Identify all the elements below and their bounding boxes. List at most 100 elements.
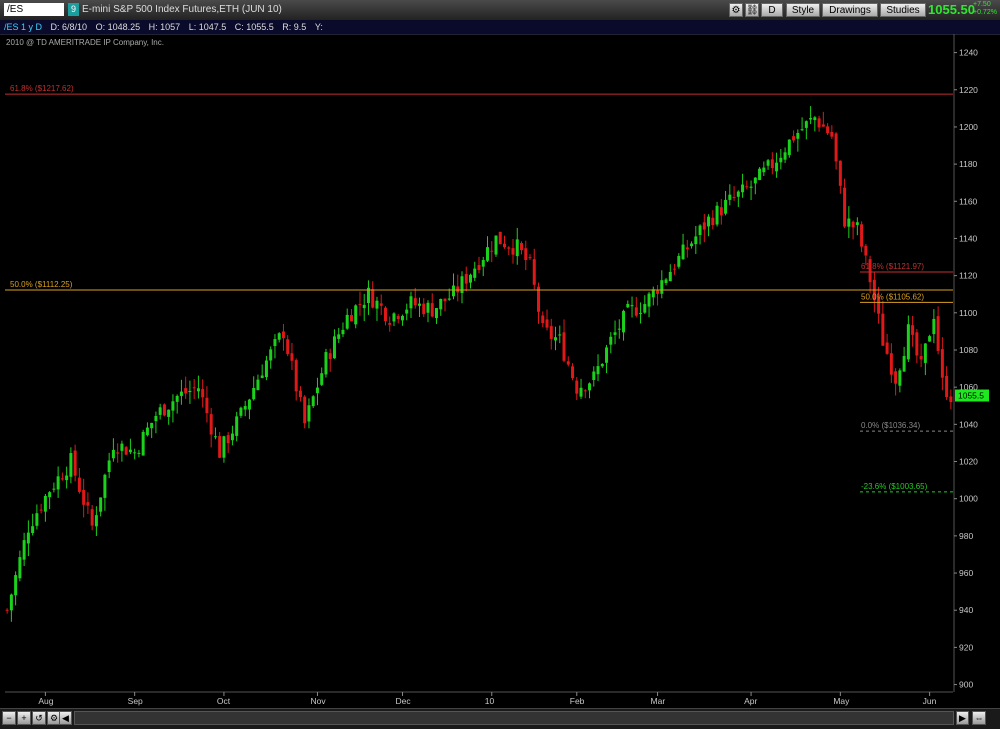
candle-body (184, 388, 188, 394)
candle-body (928, 336, 932, 342)
fit-icon[interactable]: ⇔ (972, 711, 986, 725)
candle-body (847, 218, 851, 227)
candle (273, 334, 277, 359)
studies-button[interactable]: Studies (880, 3, 926, 17)
style-button[interactable]: Style (786, 3, 820, 17)
candle (179, 379, 183, 405)
drawings-button[interactable]: Drawings (822, 3, 878, 17)
candle (22, 532, 26, 566)
candle-body (481, 260, 485, 267)
candle (14, 571, 18, 606)
candle-body (69, 453, 73, 477)
candle-body (162, 404, 166, 416)
candle (486, 236, 490, 263)
candle-body (128, 449, 132, 453)
zoom-in-icon[interactable]: + (17, 711, 31, 725)
candle-body (124, 447, 128, 455)
candle-body (507, 247, 511, 249)
candle (375, 296, 379, 321)
tool-icon[interactable]: ⚙ (729, 3, 743, 17)
candle (311, 395, 315, 408)
candle (575, 377, 579, 401)
candle-body (885, 342, 889, 354)
candle-body (600, 363, 604, 367)
candle (481, 256, 485, 277)
scroll-left-icon[interactable]: ◀ (59, 711, 72, 725)
zoom-out-icon[interactable]: − (2, 711, 16, 725)
candle-body (388, 322, 392, 325)
candle (256, 374, 260, 391)
reset-icon[interactable]: ↺ (32, 711, 46, 725)
candle (417, 297, 421, 318)
candle (103, 473, 107, 511)
candle-body (949, 396, 953, 403)
candle-body (766, 160, 770, 166)
candle-body (434, 308, 438, 319)
period-button[interactable]: D (761, 3, 783, 17)
symbol-input[interactable]: /ES (4, 3, 64, 16)
candle-body (22, 540, 26, 560)
candle (949, 389, 953, 410)
candle (175, 394, 179, 414)
candle (898, 368, 902, 393)
candle (702, 214, 706, 243)
candle-body (31, 526, 35, 534)
candle (945, 366, 949, 400)
candle (77, 467, 81, 494)
candle-body (239, 407, 243, 416)
candle-body (694, 236, 698, 245)
candle (456, 274, 460, 302)
candle (324, 348, 328, 378)
x-tick-label: Aug (38, 696, 53, 706)
candle (855, 217, 859, 236)
candle-body (915, 332, 919, 356)
candle (196, 375, 200, 399)
scroll-right-icon[interactable]: ▶ (956, 711, 969, 725)
candle (494, 235, 498, 257)
candle-body (643, 304, 647, 313)
candle (770, 152, 774, 175)
fib-level-label: 0.0% ($1036.34) (861, 421, 920, 430)
y-tick-label: 1080 (959, 345, 978, 355)
y-tick-label: 1140 (959, 233, 978, 243)
candle (332, 329, 336, 359)
candle (783, 147, 787, 164)
price-chart[interactable]: 61.8% ($1217.62) 50.0% ($1112.25) 61.8% ($… (0, 34, 1000, 708)
last-price: 1055.50 (928, 2, 975, 17)
candle-body (120, 443, 124, 451)
candle (911, 315, 915, 347)
candle-body (405, 309, 409, 314)
candle (524, 240, 528, 271)
candle-body (486, 247, 490, 261)
candle-body (56, 476, 60, 490)
candle (473, 261, 477, 281)
link-icon[interactable]: ⛓ (745, 3, 759, 17)
candle (65, 466, 69, 489)
candle (307, 398, 311, 429)
candle-body (719, 207, 723, 216)
candle (796, 129, 800, 152)
y-tick-label: 920 (959, 642, 973, 652)
candle (158, 403, 162, 420)
candle-body (528, 257, 532, 259)
candle (69, 447, 73, 484)
candle-body (379, 303, 383, 306)
candle (294, 358, 298, 401)
fib-level-label: 50.0% ($1112.25) (10, 280, 73, 289)
link-badge[interactable]: 9 (68, 3, 79, 16)
y-tick-label: 1160 (959, 196, 978, 206)
candle-body (94, 515, 98, 527)
candle-body (307, 405, 311, 422)
candle (345, 308, 349, 330)
candle (592, 366, 596, 387)
candle (205, 386, 209, 423)
scroll-track[interactable] (74, 711, 954, 725)
candle-body (490, 250, 494, 252)
candle-body (439, 298, 443, 310)
candle (906, 315, 910, 363)
candle (613, 320, 617, 345)
candle-body (86, 502, 90, 506)
candle-body (39, 509, 43, 511)
chart-scrollbar[interactable]: − + ↺ ⚙ ◀ ▶ ⇔ (0, 708, 1000, 729)
candle-body (320, 373, 324, 385)
